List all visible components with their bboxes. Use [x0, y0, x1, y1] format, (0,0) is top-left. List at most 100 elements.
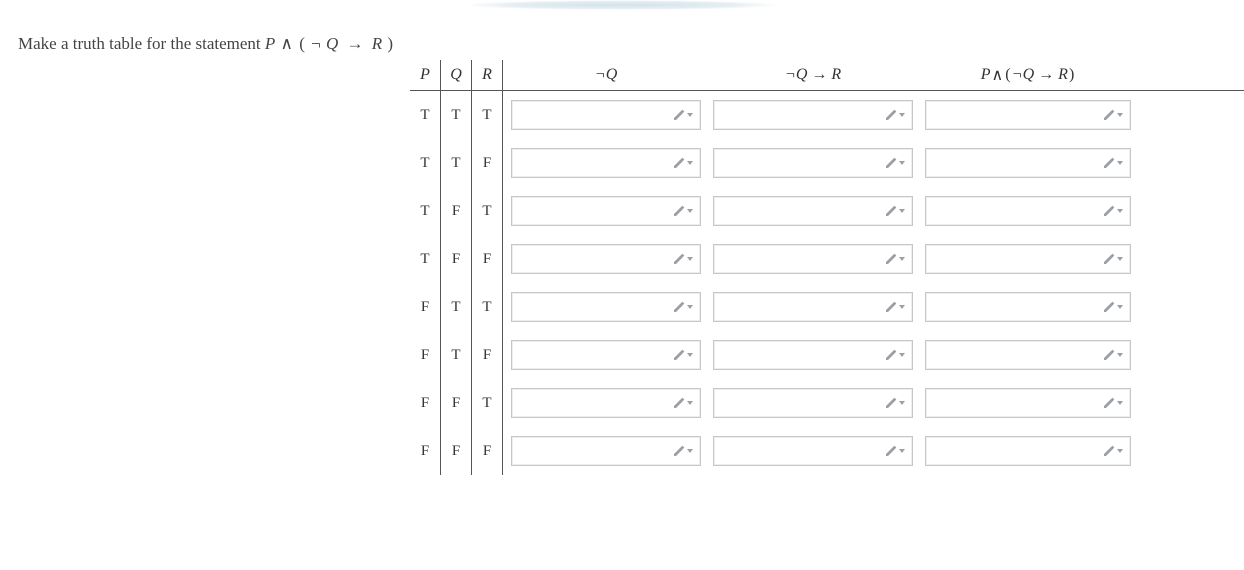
- cell-Q: T: [441, 139, 472, 187]
- prompt-arrow: →: [343, 34, 368, 53]
- cell-Q: T: [441, 283, 472, 331]
- table-row: TFT: [410, 187, 1244, 235]
- answer-input-notQ-implies-R[interactable]: [713, 244, 913, 274]
- header-full-expression: P ∧ ( ¬ Q → R ): [925, 60, 1131, 90]
- pencil-dropdown-icon: [1102, 300, 1124, 314]
- answer-input-full[interactable]: [925, 292, 1131, 322]
- answer-input-notQ-implies-R[interactable]: [713, 292, 913, 322]
- pqr-cells: TFF: [410, 235, 503, 283]
- pencil-dropdown-icon: [1102, 444, 1124, 458]
- prompt-prefix: Make a truth table for the statement: [18, 34, 265, 53]
- answer-input-full[interactable]: [925, 388, 1131, 418]
- cell-R: T: [472, 379, 502, 427]
- cell-Q: F: [441, 379, 472, 427]
- pencil-dropdown-icon: [884, 156, 906, 170]
- pqr-cells: TTF: [410, 139, 503, 187]
- pencil-dropdown-icon: [672, 300, 694, 314]
- pencil-dropdown-icon: [884, 348, 906, 362]
- cell-P: T: [410, 139, 441, 187]
- answer-input-notQ[interactable]: [511, 388, 701, 418]
- prompt-neg: ¬: [310, 34, 322, 53]
- answer-input-full[interactable]: [925, 340, 1131, 370]
- pqr-cells: FTF: [410, 331, 503, 379]
- answer-input-notQ[interactable]: [511, 196, 701, 226]
- table-row: TTT: [410, 91, 1244, 139]
- table-row: FFF: [410, 427, 1244, 475]
- pqr-cells: FFF: [410, 427, 503, 475]
- prompt-R: R: [372, 34, 382, 53]
- cell-P: T: [410, 91, 441, 139]
- pqr-header-block: P Q R: [410, 60, 503, 90]
- answer-input-notQ[interactable]: [511, 292, 701, 322]
- pencil-dropdown-icon: [1102, 396, 1124, 410]
- table-row: TFF: [410, 235, 1244, 283]
- answer-input-full[interactable]: [925, 244, 1131, 274]
- pencil-dropdown-icon: [672, 444, 694, 458]
- answer-input-full[interactable]: [925, 148, 1131, 178]
- prompt-and: ∧: [280, 34, 294, 53]
- answer-input-notQ[interactable]: [511, 148, 701, 178]
- cell-R: T: [472, 187, 502, 235]
- cell-R: F: [472, 427, 502, 475]
- cell-R: T: [472, 91, 502, 139]
- cell-P: F: [410, 427, 441, 475]
- table-row: FTF: [410, 331, 1244, 379]
- cell-Q: T: [441, 91, 472, 139]
- answer-input-notQ[interactable]: [511, 436, 701, 466]
- answer-input-full[interactable]: [925, 436, 1131, 466]
- pencil-dropdown-icon: [1102, 156, 1124, 170]
- table-row: FTT: [410, 283, 1244, 331]
- cell-Q: F: [441, 187, 472, 235]
- answer-input-notQ[interactable]: [511, 100, 701, 130]
- pqr-cells: TTT: [410, 91, 503, 139]
- answer-input-notQ[interactable]: [511, 340, 701, 370]
- pencil-dropdown-icon: [672, 252, 694, 266]
- prompt-P: P: [265, 34, 275, 53]
- pencil-dropdown-icon: [672, 348, 694, 362]
- table-header-row: P Q R ¬Q ¬Q → R P ∧ ( ¬ Q → R ): [410, 60, 1244, 91]
- pencil-dropdown-icon: [884, 396, 906, 410]
- pencil-dropdown-icon: [672, 108, 694, 122]
- cell-Q: F: [441, 427, 472, 475]
- pencil-dropdown-icon: [1102, 348, 1124, 362]
- header-notQ-implies-R: ¬Q → R: [713, 60, 913, 90]
- pencil-dropdown-icon: [884, 252, 906, 266]
- cell-P: T: [410, 187, 441, 235]
- table-row: FFT: [410, 379, 1244, 427]
- answer-input-full[interactable]: [925, 196, 1131, 226]
- answer-input-notQ-implies-R[interactable]: [713, 436, 913, 466]
- pencil-dropdown-icon: [884, 204, 906, 218]
- answer-input-notQ[interactable]: [511, 244, 701, 274]
- header-P: P: [410, 60, 441, 90]
- truth-table: P Q R ¬Q ¬Q → R P ∧ ( ¬ Q → R ) TTT: [410, 60, 1244, 475]
- pencil-dropdown-icon: [672, 156, 694, 170]
- pencil-dropdown-icon: [884, 108, 906, 122]
- answer-input-notQ-implies-R[interactable]: [713, 148, 913, 178]
- prompt-lpar: (: [298, 34, 306, 53]
- cell-R: F: [472, 235, 502, 283]
- header-notQ: ¬Q: [511, 60, 701, 90]
- cell-P: F: [410, 379, 441, 427]
- cell-P: T: [410, 235, 441, 283]
- cell-R: F: [472, 139, 502, 187]
- answer-input-notQ-implies-R[interactable]: [713, 196, 913, 226]
- answer-input-full[interactable]: [925, 100, 1131, 130]
- cell-P: F: [410, 283, 441, 331]
- pencil-dropdown-icon: [672, 396, 694, 410]
- page-top-shadow: [462, 0, 782, 10]
- pqr-cells: FFT: [410, 379, 503, 427]
- question-prompt: Make a truth table for the statement P ∧…: [0, 18, 1244, 58]
- answer-input-notQ-implies-R[interactable]: [713, 340, 913, 370]
- cell-Q: F: [441, 235, 472, 283]
- table-row: TTF: [410, 139, 1244, 187]
- pencil-dropdown-icon: [884, 444, 906, 458]
- answer-input-notQ-implies-R[interactable]: [713, 100, 913, 130]
- pencil-dropdown-icon: [672, 204, 694, 218]
- pqr-cells: TFT: [410, 187, 503, 235]
- answer-input-notQ-implies-R[interactable]: [713, 388, 913, 418]
- header-R: R: [472, 60, 502, 90]
- pqr-cells: FTT: [410, 283, 503, 331]
- header-Q: Q: [441, 60, 472, 90]
- pencil-dropdown-icon: [884, 300, 906, 314]
- cell-R: F: [472, 331, 502, 379]
